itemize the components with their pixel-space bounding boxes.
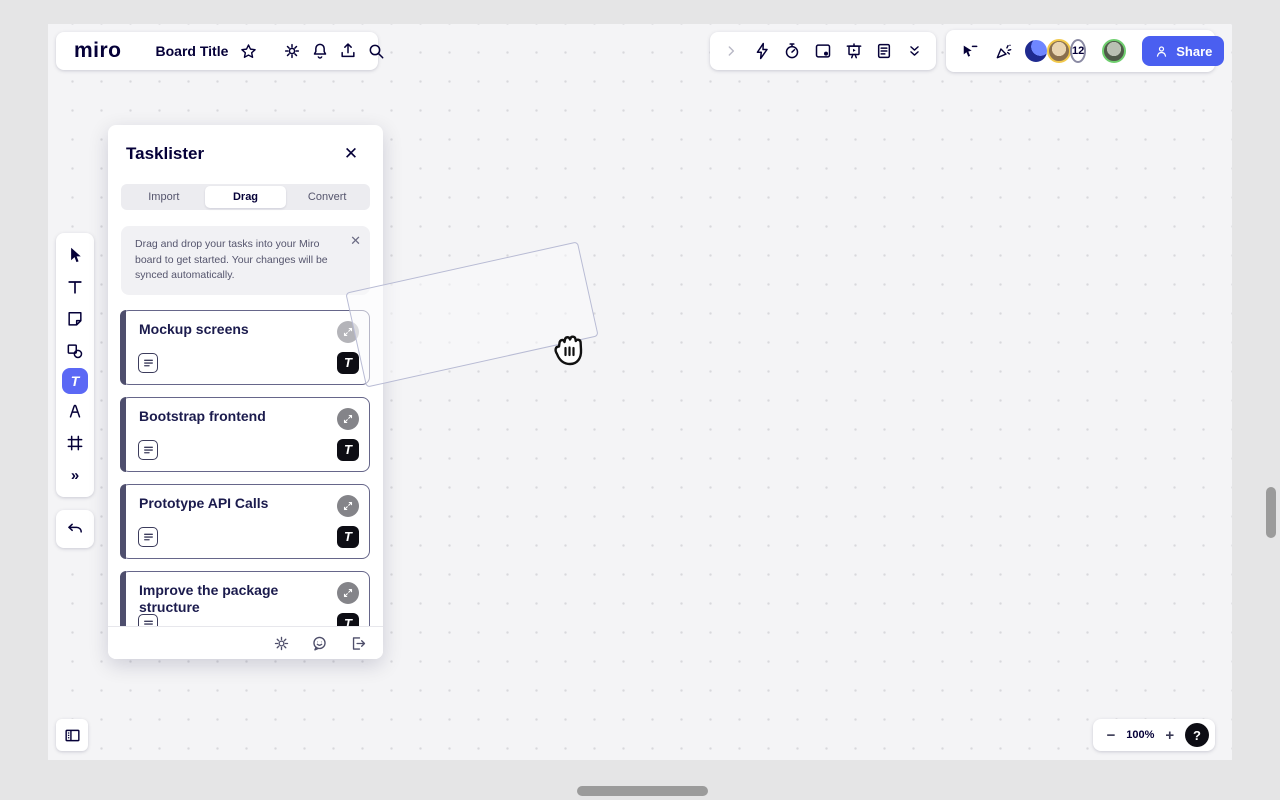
pen-tool[interactable] — [60, 396, 90, 426]
sticky-note-tool[interactable] — [60, 304, 90, 334]
panel-close-icon[interactable]: ✕ — [337, 140, 365, 168]
task-type-badge: T — [337, 439, 359, 461]
frame-tool[interactable] — [60, 428, 90, 458]
frames-panel-icon — [63, 726, 82, 745]
expand-chevron-right-icon[interactable] — [717, 37, 745, 65]
vertical-scrollbar[interactable] — [1266, 487, 1276, 538]
notes-doc-icon[interactable] — [870, 37, 898, 65]
zoom-in-button[interactable]: + — [1162, 727, 1178, 744]
zoom-controls: − 100% + ? — [1093, 719, 1215, 751]
expand-icon[interactable] — [337, 495, 359, 517]
expand-icon[interactable] — [337, 408, 359, 430]
task-title: Mockup screens — [139, 321, 329, 338]
header-tools-toolbar — [710, 32, 936, 70]
more-tools-chevrons[interactable]: » — [60, 460, 90, 490]
help-button[interactable]: ? — [1185, 723, 1209, 747]
select-cursor-tool[interactable] — [60, 240, 90, 270]
screen-share-icon[interactable] — [809, 37, 837, 65]
search-icon[interactable] — [362, 37, 390, 65]
hide-cursors-icon[interactable] — [956, 37, 984, 65]
task-type-badge: T — [337, 352, 359, 374]
collapse-double-chevron-icon[interactable] — [901, 37, 929, 65]
tab-import[interactable]: Import — [123, 186, 205, 208]
panel-tabs: Import Drag Convert — [121, 184, 370, 210]
description-icon — [138, 440, 158, 460]
horizontal-scrollbar[interactable] — [577, 786, 708, 796]
grab-hand-cursor — [548, 328, 592, 374]
plugin-settings-gear-icon[interactable] — [269, 631, 293, 655]
reactions-icon[interactable] — [990, 37, 1018, 65]
task-title: Prototype API Calls — [139, 495, 329, 512]
miro-logo[interactable]: miro — [66, 39, 130, 63]
favorite-star-icon[interactable] — [234, 37, 262, 65]
header-collab-toolbar: 12 Share — [946, 30, 1215, 72]
notifications-bell-icon[interactable] — [306, 37, 334, 65]
zoom-level[interactable]: 100% — [1126, 729, 1154, 741]
frames-panel-button[interactable] — [56, 719, 88, 751]
task-card-list: Mockup screens T Bootstrap frontend T Pr… — [108, 295, 383, 646]
task-card[interactable]: Prototype API Calls T — [121, 484, 370, 559]
info-banner: Drag and drop your tasks into your Miro … — [121, 226, 370, 295]
task-card[interactable]: Bootstrap frontend T — [121, 397, 370, 472]
tasklister-app-tool-active[interactable]: T — [62, 368, 88, 394]
tab-drag[interactable]: Drag — [205, 186, 287, 208]
logout-icon[interactable] — [345, 631, 369, 655]
undo-toolbar — [56, 510, 94, 548]
description-icon — [138, 527, 158, 547]
collaborator-avatar[interactable] — [1024, 39, 1048, 63]
info-banner-text: Drag and drop your tasks into your Miro … — [135, 238, 328, 281]
board-title[interactable]: Board Title — [146, 43, 235, 59]
panel-title: Tasklister — [126, 144, 204, 164]
expand-icon[interactable] — [337, 582, 359, 604]
task-title: Bootstrap frontend — [139, 408, 329, 425]
current-user-avatar[interactable] — [1102, 39, 1126, 63]
collaborators-overflow-badge[interactable]: 12 — [1070, 39, 1086, 63]
info-close-icon[interactable]: ✕ — [350, 234, 361, 247]
feedback-smiley-icon[interactable] — [307, 631, 331, 655]
quick-actions-bolt-icon[interactable] — [748, 37, 776, 65]
panel-footer — [108, 626, 383, 659]
timer-icon[interactable] — [778, 37, 806, 65]
tasklister-panel: Tasklister ✕ Import Drag Convert Drag an… — [108, 125, 383, 659]
task-card[interactable]: Mockup screens T — [121, 310, 370, 385]
tab-convert[interactable]: Convert — [286, 186, 368, 208]
header-left-toolbar: miro Board Title — [56, 32, 378, 70]
export-upload-icon[interactable] — [334, 37, 362, 65]
undo-icon[interactable] — [61, 515, 89, 543]
shapes-tool[interactable] — [60, 336, 90, 366]
collaborator-avatar[interactable] — [1047, 39, 1071, 63]
task-type-badge: T — [337, 526, 359, 548]
presentation-icon[interactable] — [840, 37, 868, 65]
share-person-icon — [1154, 44, 1169, 59]
description-icon — [138, 353, 158, 373]
zoom-out-button[interactable]: − — [1103, 727, 1119, 744]
task-title: Improve the package structure — [139, 582, 329, 616]
text-tool[interactable] — [60, 272, 90, 302]
share-button[interactable]: Share — [1142, 36, 1224, 66]
share-button-label: Share — [1176, 44, 1212, 59]
settings-gear-icon[interactable] — [278, 37, 306, 65]
left-toolbar: T » — [56, 233, 94, 497]
